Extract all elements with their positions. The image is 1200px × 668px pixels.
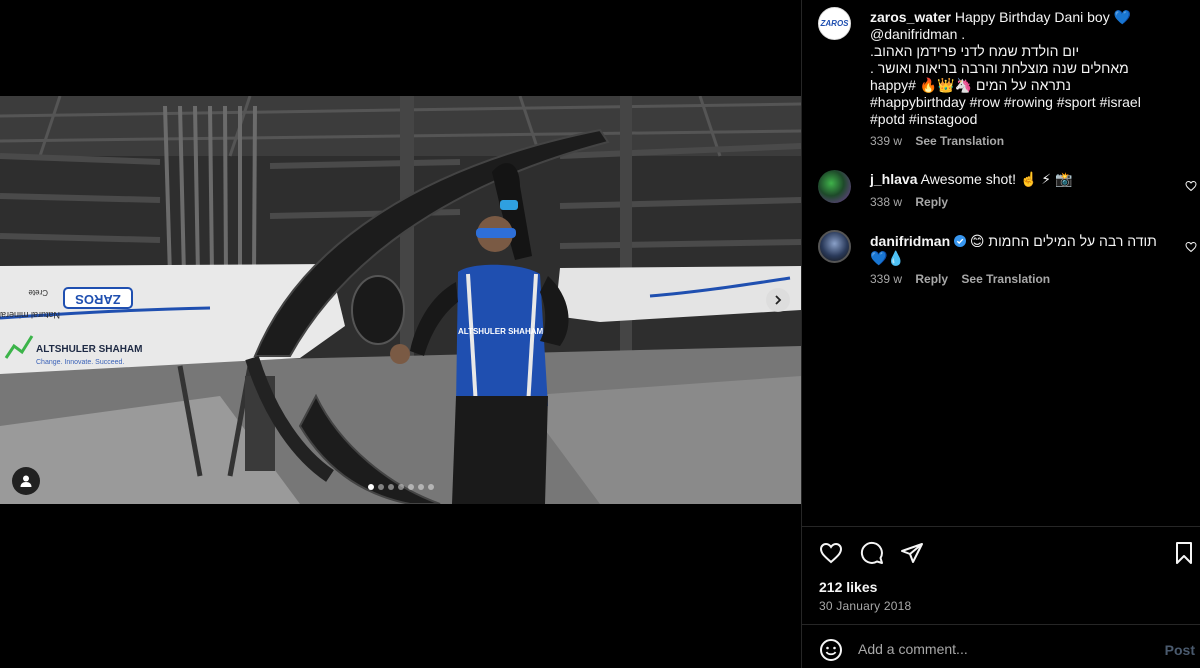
- caption-hebrew-line-3: נתראה על המים 🦄👑🔥 #happy: [870, 77, 1071, 93]
- avatar[interactable]: ZAROS: [818, 7, 851, 40]
- carousel-dot: [368, 484, 374, 490]
- caption-text: Happy Birthday Dani boy 💙: [954, 9, 1132, 25]
- boat-sponsor-text: ALTSHULER SHAHAM: [36, 344, 142, 355]
- user-tag-button[interactable]: [12, 467, 40, 495]
- carousel-indicator: [368, 484, 434, 490]
- carousel-dot: [408, 484, 414, 490]
- heart-icon[interactable]: [819, 541, 843, 565]
- avatar[interactable]: [818, 170, 851, 203]
- post-actions-bar: 212 likes 30 January 2018: [802, 526, 1200, 624]
- comment-time: 339 w: [870, 272, 903, 286]
- avatar[interactable]: [818, 230, 851, 263]
- post-date: 30 January 2018: [819, 599, 912, 613]
- comment-item: j_hlava Awesome shot! ☝️ ⚡ 📸 338 w Reply: [818, 170, 1188, 211]
- caption-hashtags-2[interactable]: #potd #instagood: [870, 111, 1188, 128]
- reply-button[interactable]: Reply: [915, 195, 948, 209]
- comment-text-emoji: 💙💧: [870, 250, 905, 266]
- rowing-photo-illustration: ALTSHULER SHAHAM Change. Innovate. Succe…: [0, 96, 801, 504]
- add-comment-bar: Post: [802, 624, 1200, 668]
- boat-logo-subtext: Natural mineral wa: [0, 310, 60, 320]
- chevron-right-icon: [775, 295, 782, 305]
- see-translation-button[interactable]: See Translation: [961, 272, 1050, 286]
- post-media-area: ALTSHULER SHAHAM Change. Innovate. Succe…: [0, 0, 801, 668]
- post-caption: ZAROS zaros_water Happy Birthday Dani bo…: [818, 7, 1188, 150]
- boat-logo-text: ZAROS: [75, 292, 121, 307]
- avatar-logo-text: ZAROS: [820, 19, 849, 28]
- comment-time: 338 w: [870, 195, 903, 209]
- caption-hebrew-line-2: מאחלים שנה מוצלחת והרבה בריאות ואושר .: [870, 60, 1129, 76]
- carousel-dot: [378, 484, 384, 490]
- caption-username[interactable]: zaros_water: [870, 9, 951, 25]
- comment-item: danifridman תודה רבה על המילים החמות 😊 💙…: [818, 230, 1188, 288]
- comment-text: תודה רבה על המילים החמות 😊: [969, 233, 1157, 249]
- comment-like-heart-icon[interactable]: [1185, 180, 1197, 192]
- comment-text: Awesome shot! ☝️ ⚡ 📸: [920, 171, 1073, 187]
- carousel-dot: [418, 484, 424, 490]
- comment-username[interactable]: danifridman: [870, 233, 950, 249]
- boat-sponsor-slogan: Change. Innovate. Succeed.: [36, 359, 124, 366]
- carousel-dot: [428, 484, 434, 490]
- caption-hashtags-1[interactable]: #happybirthday #row #rowing #sport #isra…: [870, 94, 1188, 111]
- caption-mention[interactable]: @danifridman .: [870, 26, 1188, 43]
- share-icon[interactable]: [900, 541, 924, 565]
- verified-badge-icon: [954, 235, 967, 247]
- boat-logo-subtext-2: Crete: [28, 288, 48, 297]
- caption-hebrew-line-1: יום הולדת שמח לדני פרידמן האהוב.: [870, 43, 1080, 59]
- comments-section: ZAROS zaros_water Happy Birthday Dani bo…: [802, 0, 1200, 525]
- post-comment-button[interactable]: Post: [1165, 642, 1195, 658]
- jersey-text: ALTSHULER SHAHAM: [458, 327, 544, 336]
- comment-like-heart-icon[interactable]: [1185, 241, 1197, 253]
- post-side-panel: ZAROS zaros_water Happy Birthday Dani bo…: [801, 0, 1200, 668]
- next-slide-button[interactable]: [766, 288, 790, 312]
- likes-count[interactable]: 212 likes: [819, 579, 877, 595]
- emoji-icon[interactable]: [819, 638, 843, 662]
- caption-time: 339 w: [870, 134, 903, 148]
- carousel-dot: [398, 484, 404, 490]
- bookmark-icon[interactable]: [1172, 541, 1196, 565]
- carousel-dot: [388, 484, 394, 490]
- reply-button[interactable]: Reply: [915, 272, 948, 286]
- comment-icon[interactable]: [860, 541, 884, 565]
- user-tag-icon: [20, 475, 32, 487]
- post-photo[interactable]: ALTSHULER SHAHAM Change. Innovate. Succe…: [0, 96, 801, 504]
- comment-input[interactable]: [858, 635, 1148, 663]
- comment-username[interactable]: j_hlava: [870, 171, 917, 187]
- see-translation-button[interactable]: See Translation: [915, 134, 1004, 148]
